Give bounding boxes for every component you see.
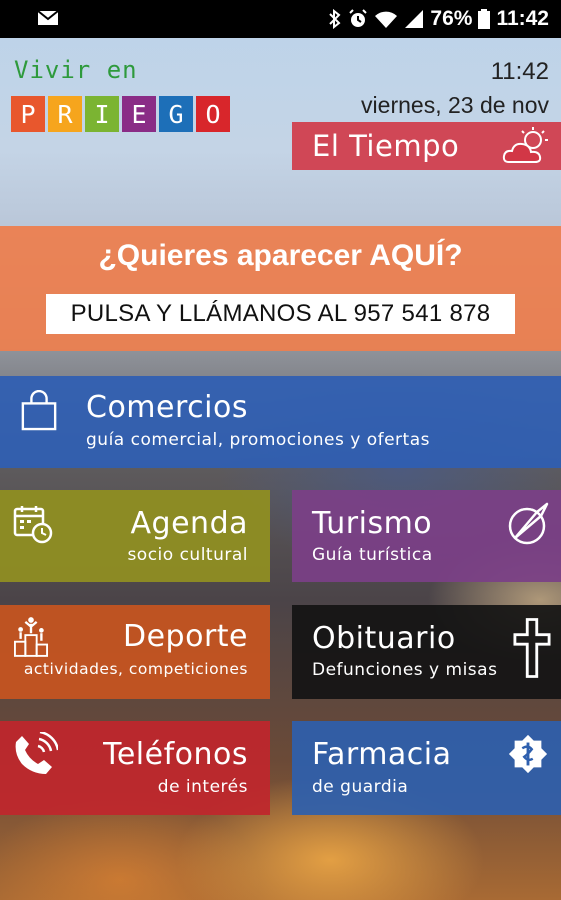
comercios-subtitle: guía comercial, promociones y ofertas [86,430,430,450]
battery-icon [478,9,491,29]
telefonos-title: Teléfonos [103,737,248,772]
deporte-title: Deporte [122,619,248,654]
pharmacy-icon [508,734,548,774]
wifi-icon [375,11,398,28]
promo-title: ¿Quieres aparecer AQUÍ? [98,239,463,272]
signal-icon [405,10,424,28]
agenda-button[interactable]: Agenda socio cultural [0,490,270,582]
telefonos-subtitle: de interés [157,777,248,797]
podium-icon [14,617,48,657]
logo-letter-tile: G [159,96,193,132]
obituario-button[interactable]: Obituario Defunciones y misas [292,605,561,699]
logo-text: Vivir en [14,56,138,84]
cross-icon [513,618,551,678]
obituario-subtitle: Defunciones y misas [312,660,498,680]
farmacia-subtitle: de guardia [312,777,409,797]
app-header: Vivir en PRIEGO 11:42 viernes, 23 de nov… [0,38,561,224]
logo-letter-tile: P [11,96,45,132]
clock: 11:42 [490,58,549,85]
phone-icon [15,732,58,774]
turismo-title: Turismo [312,506,433,541]
logo-letter-tile: I [85,96,119,132]
battery-percent: 76% [430,7,473,30]
deporte-button[interactable]: Deporte actividades, competiciones [0,605,270,699]
turismo-button[interactable]: Turismo Guía turística [292,490,561,582]
logo-letter-tile: O [196,96,230,132]
calendar-clock-icon [13,506,53,544]
status-bar: 76% 11:42 [0,0,561,38]
telefonos-button[interactable]: Teléfonos de interés [0,721,270,815]
agenda-subtitle: socio cultural [127,545,248,565]
farmacia-title: Farmacia [312,737,452,772]
logo-letter-tile: E [122,96,156,132]
logo-priego: PRIEGO [11,96,230,132]
promo-banner[interactable]: ¿Quieres aparecer AQUÍ? PULSA Y LLÁMANOS… [0,226,561,351]
deporte-subtitle: actividades, competiciones [23,660,248,678]
status-time: 11:42 [496,7,549,30]
promo-call-button[interactable]: PULSA Y LLÁMANOS AL 957 541 878 [46,294,515,334]
farmacia-button[interactable]: Farmacia de guardia [292,721,561,815]
mail-notification-icon [37,10,59,25]
agenda-title: Agenda [130,506,248,541]
weather-label: El Tiempo [312,129,460,163]
comercios-title: Comercios [86,390,248,425]
partly-cloudy-icon [502,127,548,163]
weather-button[interactable]: El Tiempo [292,122,561,170]
shopping-bag-icon [21,390,57,431]
comercios-button[interactable]: Comercios guía comercial, promociones y … [0,376,561,468]
turismo-subtitle: Guía turística [312,545,433,565]
bluetooth-icon [329,9,341,29]
obituario-title: Obituario [312,621,456,656]
date: viernes, 23 de nov [361,92,549,118]
logo-letter-tile: R [48,96,82,132]
alarm-icon [349,9,368,27]
compass-icon [508,502,549,545]
